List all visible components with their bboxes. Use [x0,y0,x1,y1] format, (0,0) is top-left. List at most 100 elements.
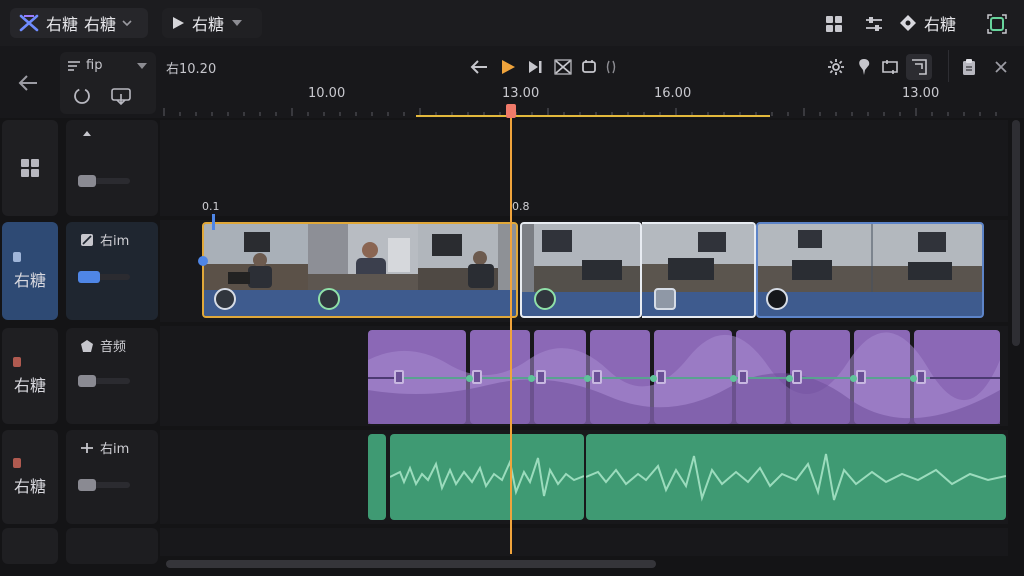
lane-control-label: 右im [100,234,130,249]
marker-left[interactable] [212,214,215,230]
project-name-secondary: 右糖 [84,15,117,34]
keyframe-dot[interactable] [528,375,535,382]
close-icon[interactable] [990,56,1012,78]
export-icon[interactable] [110,86,132,106]
timecode: 右10.20 [166,62,217,77]
project-switcher[interactable]: 右糖 右糖 [10,8,148,38]
focus-icon[interactable] [984,12,1010,36]
fit-label: fip [86,58,103,73]
volume-slider[interactable] [78,175,130,187]
keyframe-dot[interactable] [466,375,473,382]
lane-head-audio-1[interactable]: 右糖 [2,328,58,424]
audio-waveform [368,332,1000,424]
lane-head-video[interactable]: 右糖 [2,222,58,320]
project-name: 右糖 [46,15,79,34]
video-clip[interactable] [520,222,642,318]
keyframe[interactable] [916,370,926,384]
play-menu[interactable]: 右糖 [162,8,262,38]
vertical-scrollbar[interactable] [1012,120,1020,346]
back-arrow-icon[interactable] [0,48,58,118]
chevron-down-icon[interactable] [136,62,148,70]
audio-waveform [586,453,1006,502]
play-icon [170,15,186,31]
keyframe[interactable] [472,370,482,384]
audio-clip-green-stub[interactable] [368,434,386,520]
clipboard-icon[interactable] [958,56,980,78]
timeline-ruler[interactable]: 10.00 13.00 16.00 13.00 [160,82,1008,118]
ruler-label: 13.00 [502,86,540,101]
cut-icon[interactable] [552,56,574,78]
pin-icon[interactable] [854,57,874,77]
ruler-label: 13.00 [902,86,940,101]
keyframe-dot[interactable] [910,375,917,382]
keyframe-dot[interactable] [850,375,857,382]
arrow-left-icon[interactable] [468,56,490,78]
settings-icon[interactable] [826,57,846,77]
frame-icon[interactable] [906,54,932,80]
clip-effect-icon[interactable] [534,288,556,310]
keyframe-dot[interactable] [584,375,591,382]
clip-icon [12,457,22,469]
clip-thumbnail [418,224,516,292]
lane-control-top [66,120,158,216]
keyframe-dot[interactable] [650,375,657,382]
clip-effect-icon[interactable] [766,288,788,310]
video-clip-selected[interactable] [202,222,518,318]
video-clip[interactable] [756,222,984,318]
lane-control-audio-2: 右im [66,430,158,524]
marker-label-left: 0.1 [202,200,220,213]
lane-extra [160,528,1008,556]
lane-label: 右糖 [13,477,46,496]
lane-empty [160,120,1008,216]
bracket-icon[interactable] [604,58,618,76]
lane-label: 右糖 [13,271,46,290]
keyframe-dot[interactable] [730,375,737,382]
volume-slider[interactable] [78,375,130,387]
keyframe[interactable] [738,370,748,384]
trim-handle[interactable] [198,256,208,266]
keyframe[interactable] [394,370,404,384]
clip-effect-icon[interactable] [654,288,676,310]
divider [948,50,949,82]
ruler-label: 10.00 [308,86,346,101]
play-yellow-icon[interactable] [496,55,520,79]
trim-icon[interactable] [880,57,900,77]
video-clip[interactable] [642,222,756,318]
horizontal-scrollbar[interactable] [166,560,656,568]
lane-control-title: 音频 [80,336,126,355]
audio-clip-green[interactable] [586,434,1006,520]
grid-icon[interactable] [820,12,848,36]
marker-label-right: 0.8 [512,200,530,213]
lane-head-grid[interactable] [2,120,58,216]
clip-effect-icon[interactable] [214,288,236,310]
audio-clip-purple[interactable] [368,330,1000,424]
volume-slider[interactable] [78,479,130,491]
audio-clip-green[interactable] [390,434,584,520]
lane-label: 右糖 [13,376,46,395]
track-tools-panel: fip [60,52,156,114]
chevron-down-icon [230,18,244,28]
audio-waveform [390,457,584,497]
loop-icon[interactable] [72,86,92,106]
skip-end-icon[interactable] [524,56,546,78]
lane-control-video: 右im [66,222,158,320]
keyframe[interactable] [792,370,802,384]
keyframe[interactable] [592,370,602,384]
clip-thumbnail [308,224,419,292]
arrow-up-icon[interactable] [82,130,92,140]
keyframe[interactable] [656,370,666,384]
sliders-icon[interactable] [860,12,888,36]
lane-control-extra [66,528,158,564]
clip-effect-icon[interactable] [318,288,340,310]
playhead-line[interactable] [510,104,512,554]
playhead-handle[interactable] [506,104,516,118]
keyframe-dot[interactable] [786,375,793,382]
lane-head-extra [2,528,58,564]
lane-head-audio-2[interactable]: 右糖 [2,430,58,524]
volume-slider[interactable] [78,271,130,283]
crop-icon[interactable] [578,56,600,78]
keyframe[interactable] [856,370,866,384]
keyframe[interactable] [536,370,546,384]
effects-button[interactable]: 右糖 [898,8,980,38]
fit-control[interactable]: fip [68,58,102,73]
